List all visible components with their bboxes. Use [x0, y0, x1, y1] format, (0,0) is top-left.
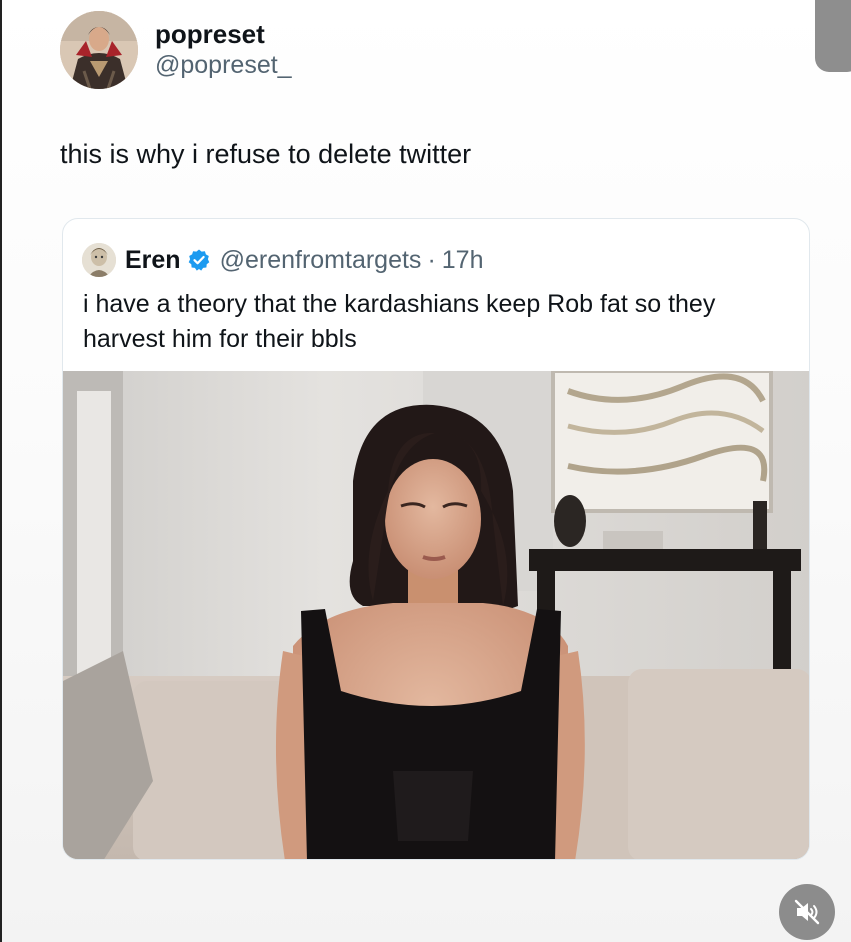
quoted-author-handle[interactable]: @erenfromtargets — [220, 244, 422, 276]
speaker-muted-icon — [794, 899, 820, 925]
quoted-tweet-header: Eren @erenfromtargets · 17h — [82, 243, 483, 277]
profile-photo-icon — [60, 11, 138, 89]
quoted-profile-photo-icon — [82, 243, 116, 277]
corner-handle[interactable] — [815, 0, 851, 72]
post-header: popreset @popreset_ — [60, 11, 292, 89]
author-handle[interactable]: @popreset_ — [155, 49, 292, 81]
left-divider — [0, 0, 2, 942]
avatar[interactable] — [60, 11, 138, 89]
quoted-timestamp[interactable]: 17h — [442, 244, 484, 276]
post-screen: popreset @popreset_ this is why i refuse… — [0, 0, 851, 942]
mute-toggle-button[interactable] — [779, 884, 835, 940]
quoted-author-name[interactable]: Eren — [125, 244, 181, 276]
quoted-media-video[interactable] — [63, 371, 809, 859]
verified-badge-icon — [188, 249, 209, 271]
meta-separator: · — [427, 246, 436, 274]
quoted-avatar[interactable] — [82, 243, 116, 277]
video-still-image — [63, 371, 809, 859]
quoted-tweet-text: i have a theory that the kardashians kee… — [83, 290, 716, 353]
post-text: this is why i refuse to delete twitter — [60, 139, 472, 169]
quoted-tweet-card[interactable]: Eren @erenfromtargets · 17h i have a the… — [62, 218, 810, 860]
author-name[interactable]: popreset — [155, 19, 292, 49]
